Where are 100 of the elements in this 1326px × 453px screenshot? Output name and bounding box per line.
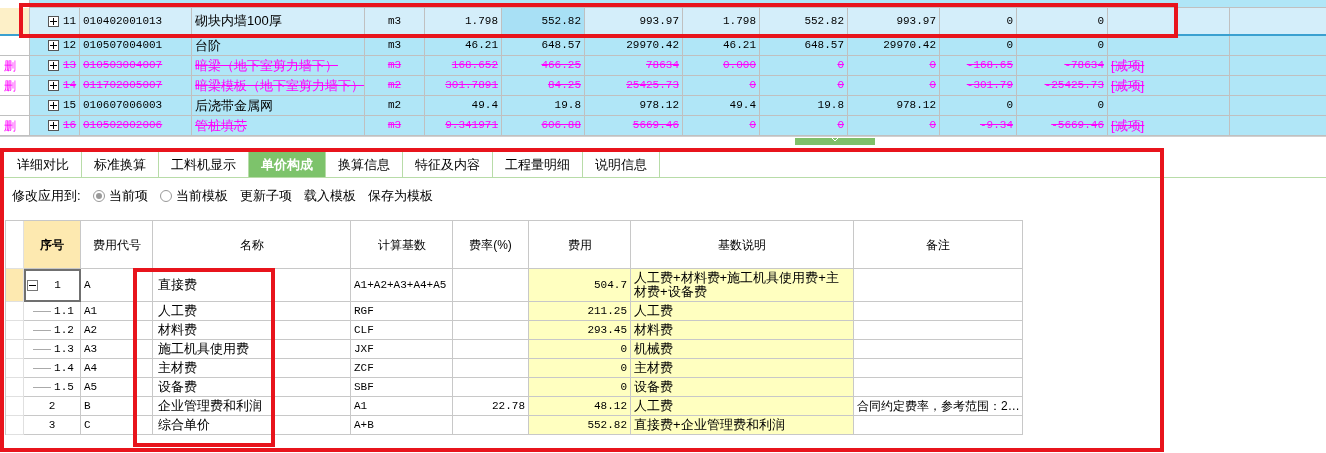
tree-line (33, 348, 51, 350)
expand-icon[interactable] (48, 120, 59, 131)
table-cell-text: 0 (620, 379, 627, 395)
table-cell: 设备费 (634, 380, 673, 394)
expand-icon[interactable] (48, 40, 59, 51)
table-cell-text: 0 (1097, 98, 1104, 114)
table-cell-text: 25425.73 (626, 78, 679, 94)
table-cell-text: 648.57 (541, 38, 581, 54)
table-cell-text: A5 (84, 379, 98, 395)
table-cell-text: B (84, 398, 91, 414)
radio-icon[interactable] (159, 190, 172, 202)
table-cell-text: -5669.46 (1051, 118, 1104, 134)
table-cell-text: 0 (929, 118, 936, 134)
table-cell-text: m3 (387, 58, 402, 74)
table-cell-text: 48.12 (594, 398, 627, 414)
table-row[interactable]: 1.4 A4 主材费 ZCF 0 主材费 (6, 359, 1023, 378)
table-cell-text: [减项] (1111, 116, 1145, 135)
table-cell-text: 19.8 (817, 98, 844, 114)
table-cell-text: 直接费 (158, 276, 197, 295)
table-row[interactable]: 2 B 企业管理费和利润 A1 22.78 48.12 人工费 合同约定费率，参考范围：2… (6, 397, 1023, 416)
table-cell: 机械费 (634, 342, 673, 356)
expand-icon[interactable] (48, 80, 59, 91)
toolbar-button[interactable]: 载入模板 (303, 186, 356, 206)
table-cell-text: 978.12 (896, 98, 936, 114)
radio-option[interactable]: 当前项 (92, 186, 148, 206)
expand-icon[interactable] (48, 15, 59, 27)
table-cell-text: 0.000 (723, 58, 756, 74)
table-cell-text: 552.82 (804, 13, 844, 29)
column-header[interactable]: 费用代号 (81, 221, 153, 269)
table-row[interactable]: 15 010607006003 后浇带金属网 m2 49.4 19.8 978.12 49.4 19.8 978.12 0 0 (0, 96, 1326, 116)
toolbar-button[interactable]: 更新子项 (239, 186, 292, 206)
table-cell-text: 466.25 (541, 58, 581, 74)
table-cell-text: 49.4 (729, 98, 756, 114)
table-cell-text: 施工机具使用费 (158, 340, 249, 359)
table-cell-text: 人工费 (158, 302, 197, 321)
row-mark: 删 (4, 117, 16, 135)
table-cell-text: 0 (1097, 13, 1104, 29)
table-cell-text: 后浇带金属网 (195, 96, 273, 115)
row-mark: 删 (4, 77, 16, 95)
radio-option[interactable]: 当前模板 (159, 186, 228, 206)
table-cell-text: ZCF (354, 360, 374, 376)
table-row[interactable]: 1.3 A3 施工机具使用费 JXF 0 机械费 (6, 340, 1023, 359)
column-header[interactable]: 费率(%) (453, 221, 529, 269)
table-cell-text: 552.82 (541, 13, 581, 29)
table-cell-text: 主材费 (158, 359, 197, 378)
table-cell: 直接费+企业管理费和利润 (634, 418, 785, 432)
table-cell-text: 0 (837, 78, 844, 94)
apply-label: 修改应用到: (12, 187, 81, 206)
tree-line (33, 367, 51, 369)
table-cell-text: CLF (354, 322, 374, 338)
table-cell-text: C (84, 417, 91, 433)
splitter-handle[interactable] (795, 138, 875, 145)
table-cell-text: A1 (84, 303, 98, 319)
row-number: 14 (63, 78, 77, 94)
table-cell-text: [减项] (1111, 76, 1145, 95)
column-header[interactable]: 费用 (529, 221, 631, 269)
table-row[interactable]: 1.2 A2 材料费 CLF 293.45 材料费 (6, 321, 1023, 340)
table-row[interactable]: 12 010507004001 台阶 m3 46.21 648.57 29970.42 46.21 648.57 29970.42 0 0 (0, 36, 1326, 56)
table-cell-text: 1.798 (465, 13, 498, 29)
table-row[interactable]: 3 C 综合单价 A+B 552.82 直接费+企业管理费和利润 (6, 416, 1023, 435)
table-cell-text: 010402001013 (83, 13, 163, 29)
table-cell-text: 46.21 (465, 38, 498, 54)
table-cell-text: 设备费 (158, 378, 197, 397)
table-cell-text: 978.12 (639, 98, 679, 114)
radio-icon[interactable] (92, 190, 105, 202)
table-cell-text: 综合单价 (158, 416, 210, 435)
expand-icon[interactable] (48, 100, 59, 111)
table-cell-text: SBF (354, 379, 374, 395)
table-row[interactable]: 1.5 A5 设备费 SBF 0 设备费 (6, 378, 1023, 397)
table-cell-text: 1.4 (53, 360, 75, 376)
column-header[interactable]: 序号 (24, 221, 81, 269)
table-row[interactable]: 1.1 A1 人工费 RGF 211.25 人工费 (6, 302, 1023, 321)
table-cell-text: m2 (387, 98, 402, 114)
table-cell-text: A1 (354, 398, 368, 414)
table-cell-text: 0 (749, 78, 756, 94)
table-cell-text: 0 (837, 118, 844, 134)
collapse-icon[interactable] (27, 279, 38, 291)
table-cell-text: 1.798 (723, 13, 756, 29)
table-cell-text: 19.8 (554, 98, 581, 114)
table-cell: 人工费 (634, 304, 673, 318)
table-cell-text: 993.97 (639, 13, 679, 29)
table-cell-text: 暗梁（地下室剪力墙下） (195, 56, 338, 75)
column-header[interactable]: 基数说明 (631, 221, 854, 269)
table-cell-text: 合同约定费率，参考范围：2… (857, 398, 1020, 415)
table-cell-text: m2 (387, 78, 402, 94)
table-cell-text: 168.652 (451, 58, 498, 74)
table-cell-text: 台阶 (195, 36, 221, 55)
column-header[interactable]: 计算基数 (351, 221, 453, 269)
expand-icon[interactable] (48, 60, 59, 71)
table-cell-text: 010607006003 (83, 98, 163, 114)
column-header[interactable]: 备注 (854, 221, 1023, 269)
table-cell-text: 606.88 (541, 118, 581, 134)
table-cell-text: 010503004007 (83, 58, 163, 74)
table-cell-text: 293.45 (587, 322, 627, 338)
table-cell-text: 暗梁模板（地下室剪力墙下） (195, 76, 364, 95)
toolbar-button[interactable]: 保存为模板 (367, 186, 433, 206)
table-cell-text: 84.25 (548, 78, 581, 94)
table-cell-text: 9.341971 (445, 118, 498, 134)
table-row[interactable]: 11 010402001013 砌块内墙100厚 m3 1.798 552.82 993.97 1.798 552.82 993.97 0 0 (0, 8, 1326, 36)
table-cell-text: 1.1 (53, 303, 75, 319)
